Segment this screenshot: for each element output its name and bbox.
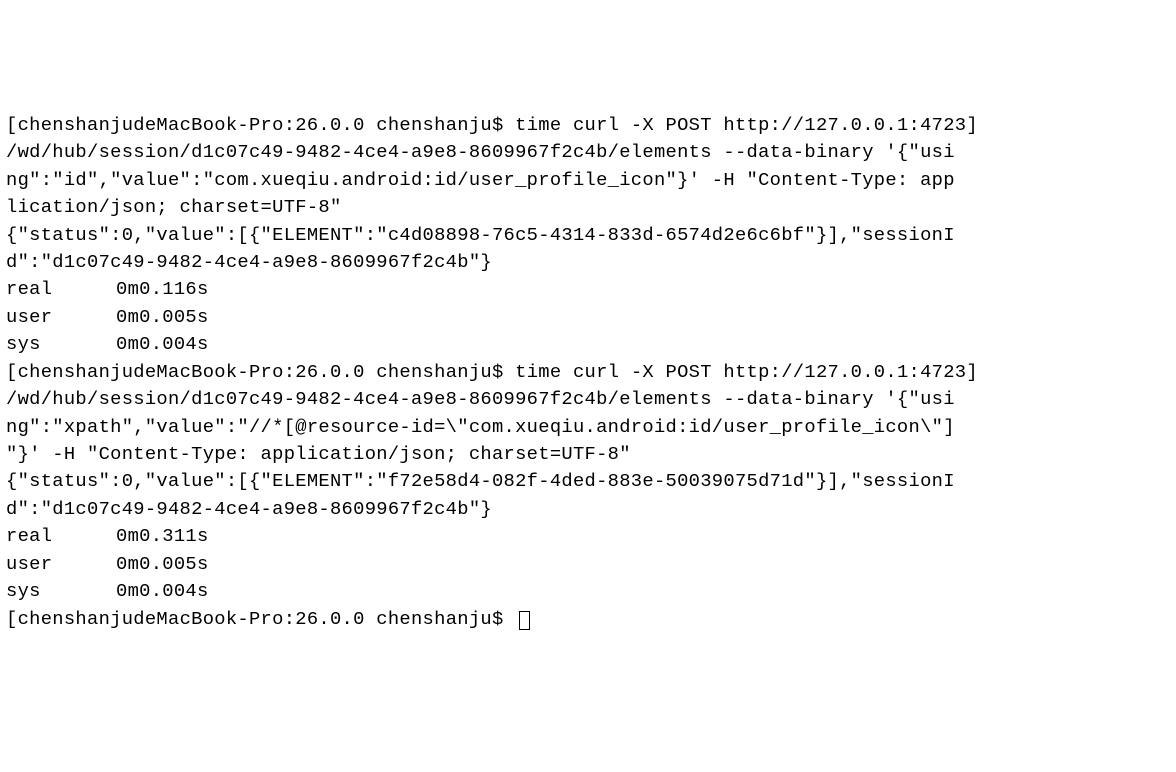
response-line: d":"d1c07c49-9482-4ce4-a9e8-8609967f2c4b… bbox=[6, 496, 1170, 523]
command-line-2: [chenshanjudeMacBook-Pro:26.0.0 chenshan… bbox=[6, 359, 1170, 386]
timing-label-user: user bbox=[6, 551, 116, 578]
command-continuation: /wd/hub/session/d1c07c49-9482-4ce4-a9e8-… bbox=[6, 139, 1170, 166]
timing-value-real: 0m0.311s bbox=[116, 523, 209, 550]
bracket-close: ] bbox=[966, 114, 978, 136]
prompt-text: chenshanjudeMacBook-Pro:26.0.0 chenshanj… bbox=[18, 114, 504, 136]
bracket-open: [ bbox=[6, 608, 18, 630]
timing-sys: sys0m0.004s bbox=[6, 578, 1170, 605]
timing-label-sys: sys bbox=[6, 578, 116, 605]
command-continuation: /wd/hub/session/d1c07c49-9482-4ce4-a9e8-… bbox=[6, 386, 1170, 413]
bracket-close: ] bbox=[966, 361, 978, 383]
timing-value-sys: 0m0.004s bbox=[116, 331, 209, 358]
timing-value-user: 0m0.005s bbox=[116, 551, 209, 578]
timing-real: real0m0.311s bbox=[6, 523, 1170, 550]
response-line: d":"d1c07c49-9482-4ce4-a9e8-8609967f2c4b… bbox=[6, 249, 1170, 276]
timing-real: real0m0.116s bbox=[6, 276, 1170, 303]
timing-sys: sys0m0.004s bbox=[6, 331, 1170, 358]
cursor-icon bbox=[519, 611, 530, 630]
prompt-text: chenshanjudeMacBook-Pro:26.0.0 chenshanj… bbox=[18, 361, 504, 383]
command-continuation: "}' -H "Content-Type: application/json; … bbox=[6, 441, 1170, 468]
bracket-open: [ bbox=[6, 114, 18, 136]
prompt-ready: [chenshanjudeMacBook-Pro:26.0.0 chenshan… bbox=[6, 606, 1170, 633]
command-text: time curl -X POST http://127.0.0.1:4723 bbox=[504, 114, 967, 136]
timing-value-real: 0m0.116s bbox=[116, 276, 209, 303]
response-line: {"status":0,"value":[{"ELEMENT":"c4d0889… bbox=[6, 222, 1170, 249]
command-continuation: ng":"xpath","value":"//*[@resource-id=\"… bbox=[6, 414, 1170, 441]
timing-label-sys: sys bbox=[6, 331, 116, 358]
timing-value-sys: 0m0.004s bbox=[116, 578, 209, 605]
timing-label-real: real bbox=[6, 276, 116, 303]
prompt-text: chenshanjudeMacBook-Pro:26.0.0 chenshanj… bbox=[18, 608, 504, 630]
command-continuation: ng":"id","value":"com.xueqiu.android:id/… bbox=[6, 167, 1170, 194]
command-text: time curl -X POST http://127.0.0.1:4723 bbox=[504, 361, 967, 383]
timing-label-real: real bbox=[6, 523, 116, 550]
timing-user: user0m0.005s bbox=[6, 304, 1170, 331]
bracket-open: [ bbox=[6, 361, 18, 383]
command-line-1: [chenshanjudeMacBook-Pro:26.0.0 chenshan… bbox=[6, 112, 1170, 139]
timing-value-user: 0m0.005s bbox=[116, 304, 209, 331]
timing-user: user0m0.005s bbox=[6, 551, 1170, 578]
command-continuation: lication/json; charset=UTF-8" bbox=[6, 194, 1170, 221]
terminal-output[interactable]: [chenshanjudeMacBook-Pro:26.0.0 chenshan… bbox=[6, 112, 1170, 633]
response-line: {"status":0,"value":[{"ELEMENT":"f72e58d… bbox=[6, 468, 1170, 495]
timing-label-user: user bbox=[6, 304, 116, 331]
